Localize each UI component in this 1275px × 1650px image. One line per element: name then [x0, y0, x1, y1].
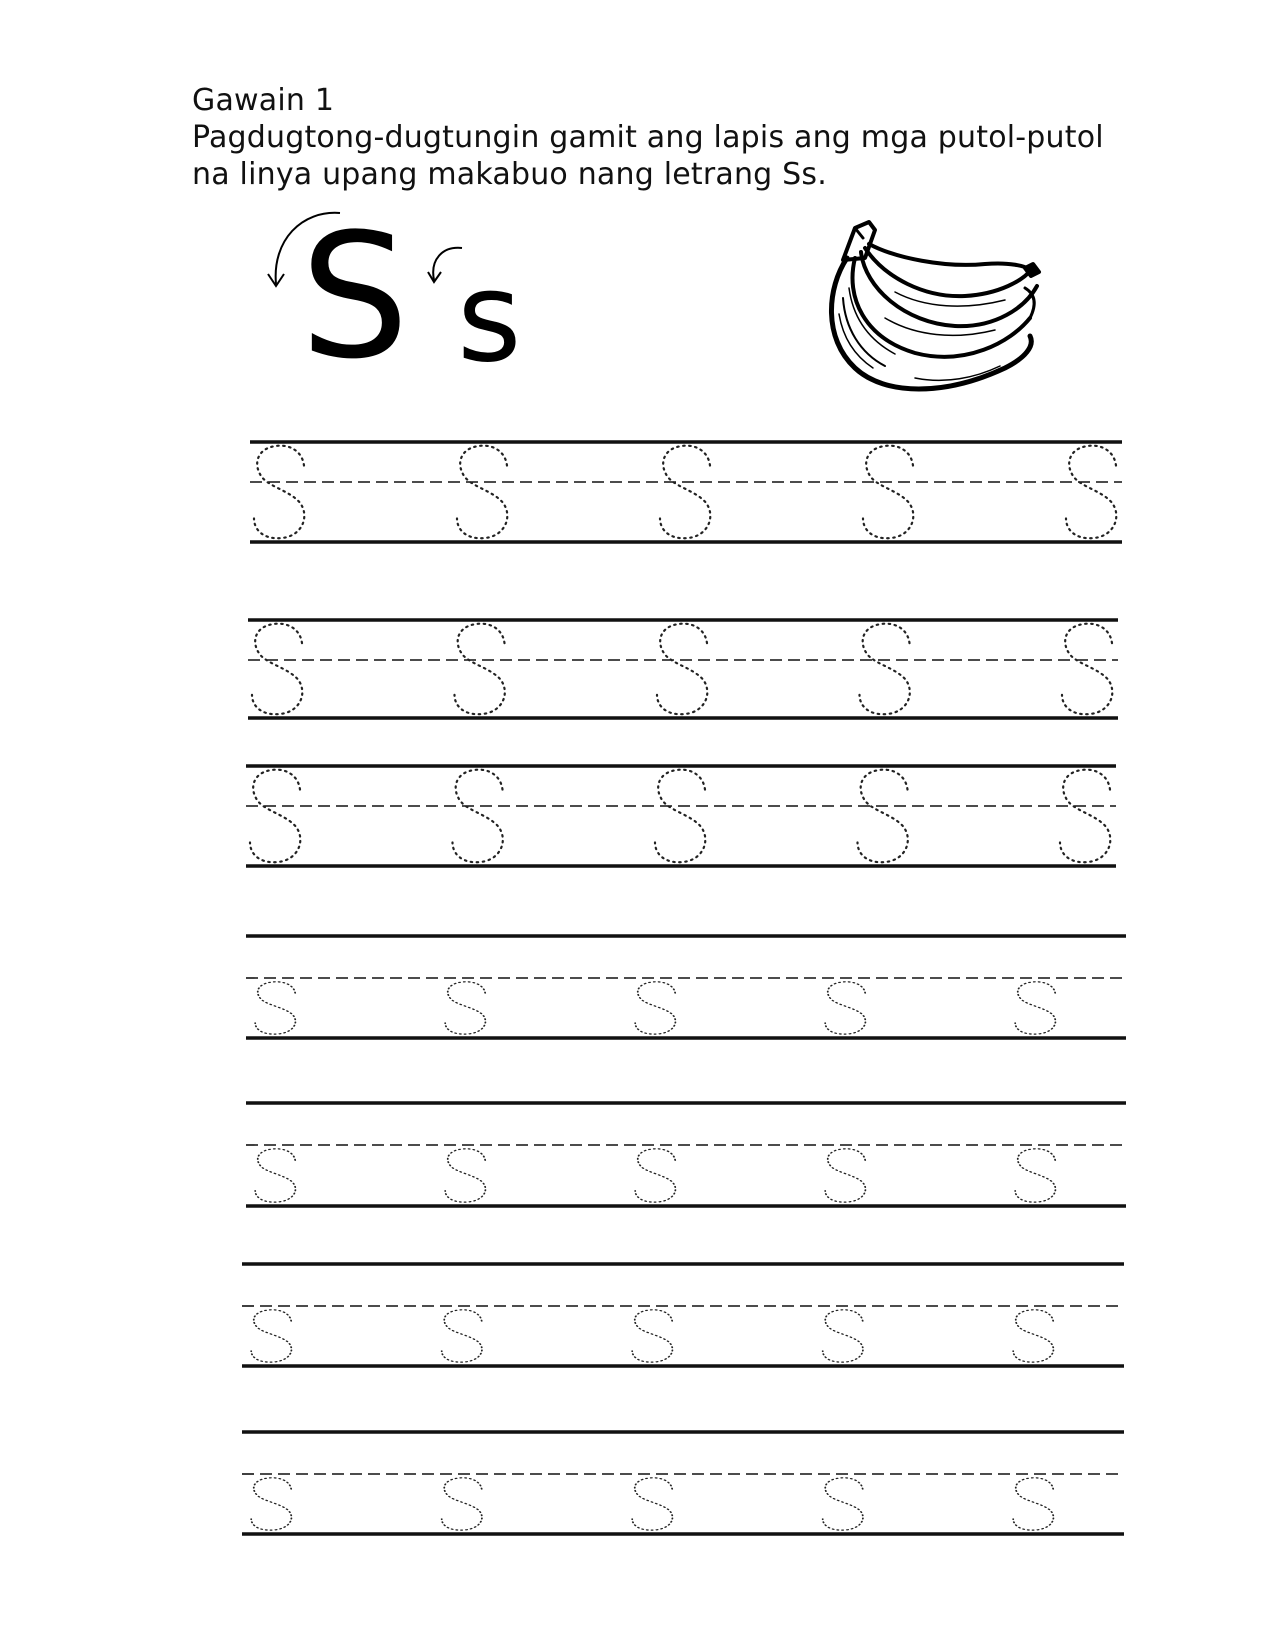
trace-letter-lowercase-s — [1012, 1476, 1055, 1532]
trace-letter-uppercase-s — [858, 622, 911, 716]
trace-letter-uppercase-s — [658, 444, 712, 540]
trace-letter-lowercase-s — [631, 1476, 674, 1532]
trace-letter-uppercase-s — [1064, 444, 1118, 540]
trace-letter-uppercase-s — [252, 444, 306, 540]
trace-letter-uppercase-s — [856, 768, 909, 864]
trace-letter-uppercase-s — [1060, 622, 1114, 716]
trace-letter-lowercase-s — [250, 1308, 293, 1364]
trace-letter-uppercase-s — [861, 444, 915, 540]
trace-letter-uppercase-s — [655, 622, 709, 716]
trace-letter-lowercase-s — [824, 980, 867, 1036]
practice-area — [242, 440, 1126, 1536]
trace-letter-lowercase-s — [250, 1476, 293, 1532]
trace-letter-uppercase-s — [248, 768, 302, 864]
trace-letter-lowercase-s — [631, 1308, 674, 1364]
trace-letter-lowercase-s — [444, 1147, 487, 1204]
trace-letter-lowercase-s — [824, 1147, 867, 1204]
trace-letter-lowercase-s — [254, 1147, 297, 1204]
trace-letter-lowercase-s — [444, 980, 487, 1036]
trace-letter-lowercase-s — [634, 980, 677, 1036]
trace-letter-lowercase-s — [1014, 980, 1057, 1036]
trace-letter-lowercase-s — [1012, 1308, 1055, 1364]
trace-letter-uppercase-s — [451, 768, 504, 864]
trace-letter-uppercase-s — [1058, 768, 1112, 864]
trace-letter-uppercase-s — [453, 622, 506, 716]
trace-letter-lowercase-s — [440, 1308, 483, 1364]
trace-letter-lowercase-s — [821, 1476, 864, 1532]
trace-letter-lowercase-s — [634, 1147, 677, 1204]
trace-letter-lowercase-s — [1014, 1147, 1057, 1204]
trace-letter-uppercase-s — [455, 444, 509, 540]
trace-letter-lowercase-s — [821, 1308, 864, 1364]
trace-letter-uppercase-s — [250, 622, 304, 716]
trace-letter-lowercase-s — [254, 980, 297, 1036]
trace-letter-lowercase-s — [440, 1476, 483, 1532]
trace-letter-uppercase-s — [653, 768, 707, 864]
